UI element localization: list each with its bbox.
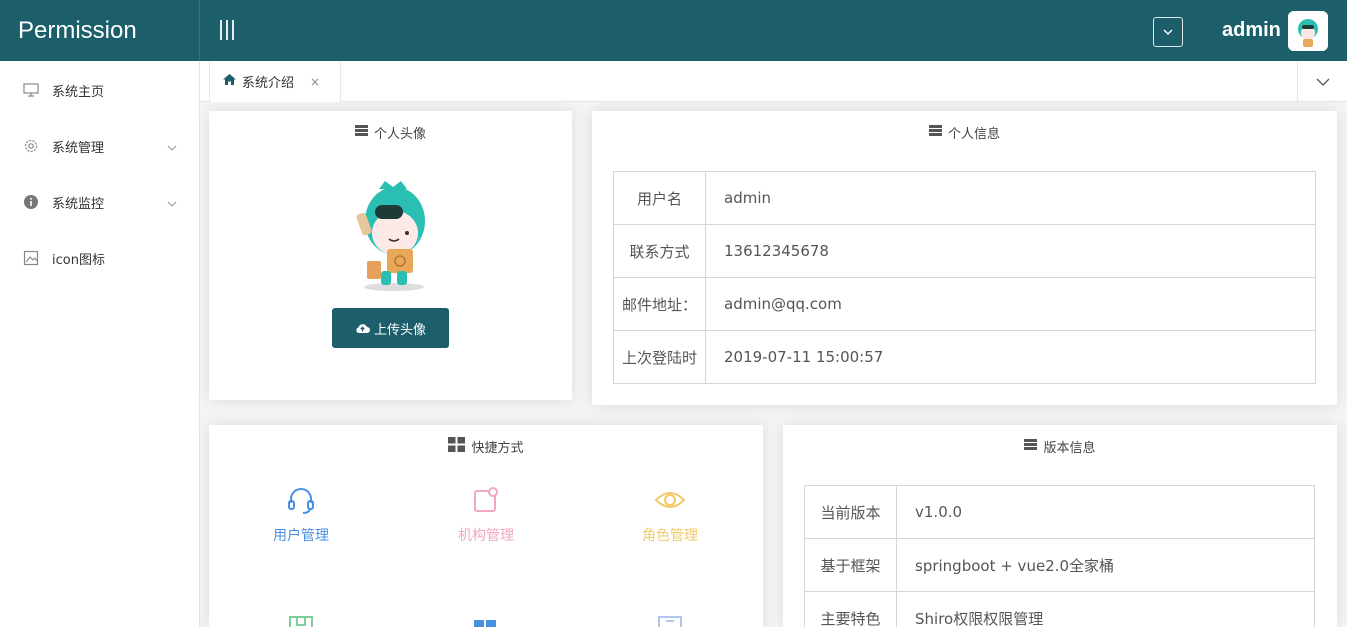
- sidebar-item-label: 系统监控: [52, 196, 105, 212]
- personal-info-card: 个人信息 用户名 admin 联系方式 13612345678 邮件地址： admin…: [592, 111, 1337, 405]
- upload-avatar-button[interactable]: 上传头像: [332, 308, 449, 348]
- personal-info-table: 用户名 admin 联系方式 13612345678 邮件地址： admin@qq.c…: [613, 171, 1316, 384]
- sidebar: 系统主页 系统管理 系统监控 icon图标: [0, 61, 200, 627]
- shortcut-partial-icon[interactable]: [658, 614, 684, 627]
- card-title: 个人信息: [592, 123, 1337, 142]
- shortcut-partial-icon[interactable]: [289, 614, 315, 627]
- table-row: 联系方式 13612345678: [613, 224, 1316, 278]
- sidebar-item-label: 系统管理: [52, 140, 105, 156]
- table-row: 上次登陆时 2019-07-11 15:00:57: [613, 330, 1316, 384]
- avatar-card: 个人头像 上传头像: [209, 111, 572, 400]
- shortcut-user-management[interactable]: 用户管理: [231, 483, 371, 545]
- table-row: 用户名 admin: [613, 171, 1316, 225]
- shortcut-org-management[interactable]: 机构管理: [416, 483, 556, 545]
- chevron-down-icon: [1163, 29, 1173, 35]
- list-icon: [1024, 439, 1038, 454]
- tab-system-intro[interactable]: 系统介绍 ×: [209, 61, 341, 102]
- chevron-down-icon: [167, 140, 177, 155]
- version-info-table: 当前版本 v1.0.0 基于框架 springboot + vue2.0全家桶 主要…: [804, 485, 1315, 627]
- header-avatar[interactable]: [1288, 11, 1328, 51]
- sidebar-item-system-management[interactable]: 系统管理: [0, 118, 199, 174]
- shortcut-role-management[interactable]: 角色管理: [600, 483, 740, 545]
- list-icon: [928, 125, 942, 140]
- chevron-down-icon: [1316, 78, 1329, 86]
- sidebar-item-label: icon图标: [52, 252, 105, 268]
- monitor-icon: [22, 81, 40, 99]
- home-icon: [222, 73, 237, 90]
- image-icon: [22, 249, 40, 267]
- card-title: 版本信息: [783, 437, 1337, 456]
- list-icon: [354, 125, 368, 140]
- version-info-card: 版本信息 当前版本 v1.0.0 基于框架 springboot + vue2.0全…: [783, 425, 1337, 627]
- sidebar-item-home[interactable]: 系统主页: [0, 62, 199, 118]
- tabs-bar: 系统介绍 ×: [200, 61, 1347, 102]
- shortcuts-card: 快捷方式 用户管理 机构管理 角色管理: [209, 425, 763, 627]
- sidebar-item-label: 系统主页: [52, 84, 105, 100]
- table-row: 主要特色 Shiro权限权限管理: [804, 591, 1315, 627]
- grid-icon: [448, 437, 466, 456]
- chevron-down-icon: [167, 196, 177, 211]
- sidebar-item-icons[interactable]: icon图标: [0, 230, 199, 286]
- table-row: 当前版本 v1.0.0: [804, 485, 1315, 539]
- tab-label: 系统介绍: [242, 76, 295, 91]
- close-icon[interactable]: ×: [310, 75, 320, 89]
- gear-icon: [22, 137, 40, 155]
- avatar-image: [349, 177, 439, 293]
- shortcut-partial-icon[interactable]: [473, 616, 499, 627]
- table-row: 基于框架 springboot + vue2.0全家桶: [804, 538, 1315, 592]
- header-dropdown-button[interactable]: [1153, 17, 1183, 47]
- sidebar-item-system-monitor[interactable]: 系统监控: [0, 174, 199, 230]
- card-title: 个人头像: [209, 123, 572, 142]
- header-username[interactable]: admin: [1222, 19, 1281, 42]
- avatar-mascot-icon: [1288, 11, 1328, 51]
- eye-icon: [600, 483, 740, 517]
- cloud-upload-icon: [356, 324, 370, 333]
- menu-toggle-icon[interactable]: [220, 20, 240, 42]
- headset-icon: [231, 483, 371, 517]
- card-title: 快捷方式: [209, 437, 763, 456]
- info-icon: [22, 193, 40, 211]
- table-row: 邮件地址： admin@qq.com: [613, 277, 1316, 331]
- top-header: Permission admin: [0, 0, 1347, 61]
- tabs-dropdown-button[interactable]: [1297, 61, 1347, 102]
- org-icon: [416, 483, 556, 517]
- brand-logo[interactable]: Permission: [0, 0, 200, 61]
